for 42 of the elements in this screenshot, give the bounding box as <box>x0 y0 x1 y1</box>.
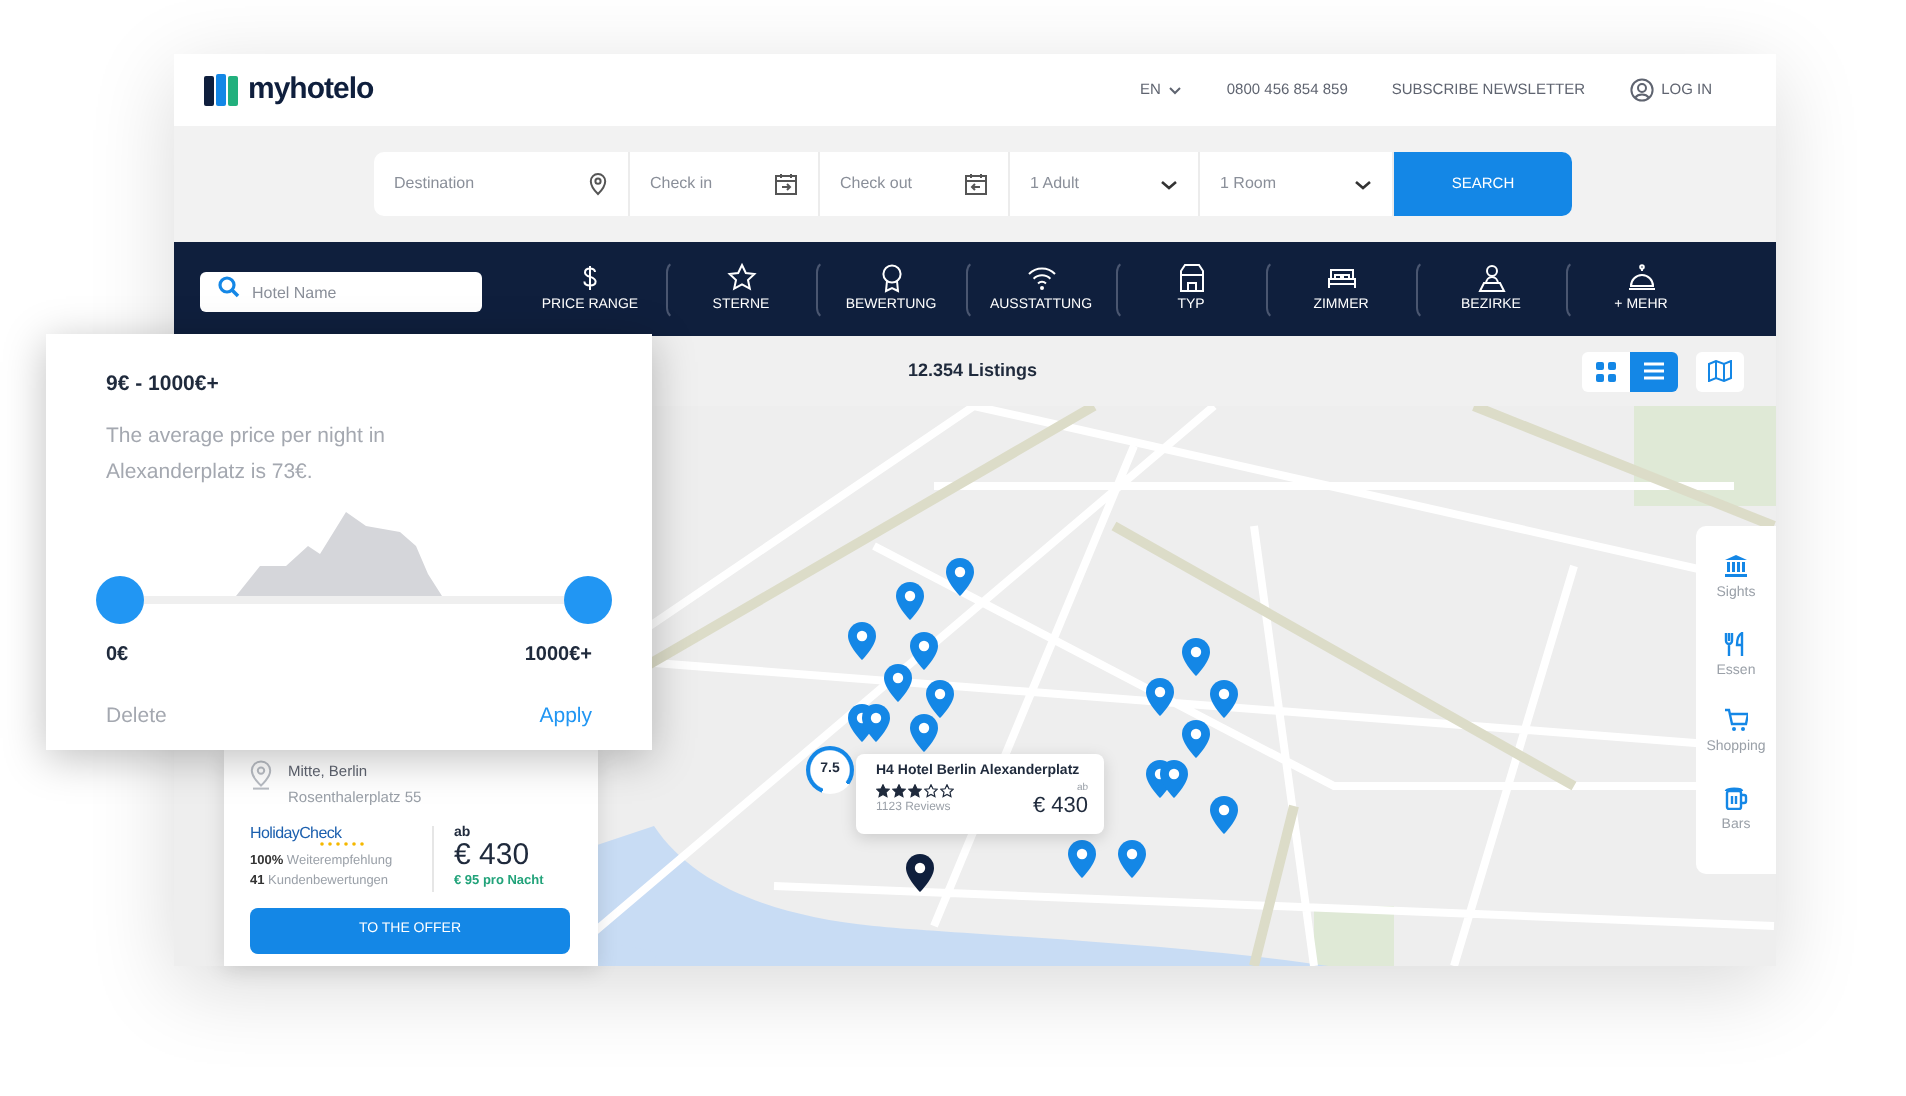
apply-button[interactable]: Apply <box>539 701 592 733</box>
slider-handle[interactable] <box>564 575 612 624</box>
calendar-icon <box>774 172 798 196</box>
cloche-icon <box>1625 261 1657 293</box>
min-price-label: 0€ <box>106 641 129 670</box>
chevron-icon <box>1168 85 1183 95</box>
hotel-name-field[interactable]: Hotel Name <box>200 272 482 312</box>
grid-icon <box>1596 361 1616 381</box>
adults-select[interactable]: 1 Adult <box>1010 152 1200 216</box>
check-out-field[interactable]: Check out <box>820 152 1010 216</box>
chevron-icon <box>1354 179 1372 189</box>
check-in-field[interactable]: Check in <box>630 152 820 216</box>
slider-handle[interactable] <box>96 575 144 624</box>
star-icon <box>725 261 757 293</box>
map-person-icon <box>1475 261 1507 293</box>
price-description: The average price per night in Alexanderplatz is 73€. <box>106 421 387 488</box>
calendar-icon <box>964 172 988 196</box>
cart-icon <box>1724 708 1748 732</box>
user-icon <box>1629 78 1654 102</box>
location-pin-icon <box>588 172 608 196</box>
location-pin-icon <box>250 760 272 790</box>
logo-text[interactable]: myhotelo <box>248 67 374 113</box>
list-icon <box>1644 362 1664 380</box>
listing-count: 12.354 Listings <box>908 357 1038 384</box>
chevron-icon <box>1160 179 1178 189</box>
provider-logo: HolidayCheck <box>250 825 344 841</box>
wifi-icon <box>1025 261 1057 293</box>
search-icon <box>218 275 240 297</box>
hotel-price: € 430 <box>1032 794 1088 819</box>
view-toggle[interactable] <box>1630 351 1678 391</box>
fork-knife-icon <box>1724 631 1748 655</box>
map-icon <box>1708 360 1732 382</box>
view-toggle[interactable] <box>1696 351 1744 391</box>
destination-field[interactable]: Destination <box>374 152 630 216</box>
building-icon <box>1724 554 1748 578</box>
storefront-icon <box>1175 261 1207 293</box>
logo-icon <box>204 74 240 106</box>
price-range-title: 9€ - 1000€+ <box>106 370 221 400</box>
max-price-label: 1000€+ <box>524 641 592 670</box>
mug-icon <box>1724 785 1748 809</box>
hotel-price: € 430 <box>454 839 532 872</box>
view-toggle[interactable] <box>1582 351 1630 391</box>
